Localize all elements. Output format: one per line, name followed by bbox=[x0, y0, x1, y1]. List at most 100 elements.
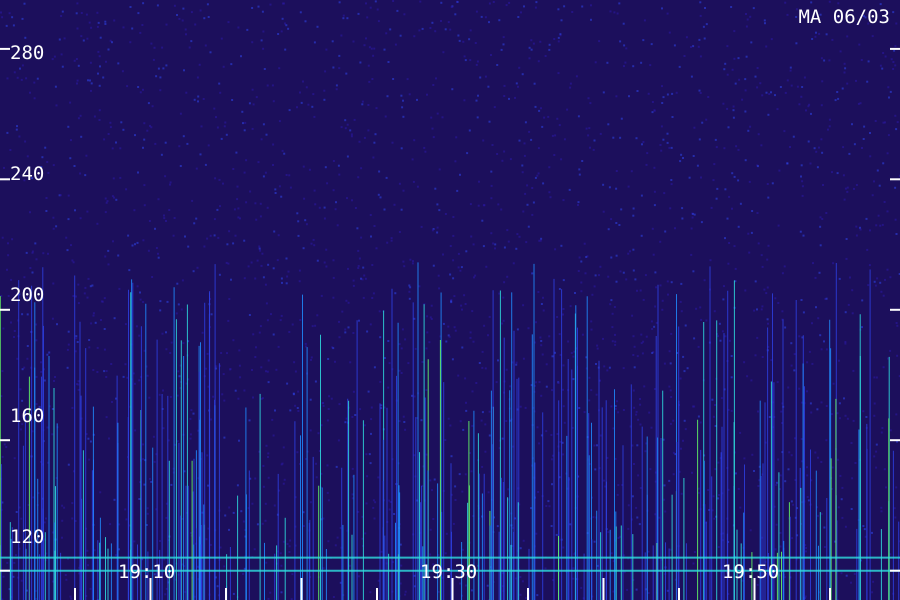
noise-speck bbox=[518, 66, 521, 69]
noise-speck bbox=[402, 415, 405, 418]
noise-speck bbox=[379, 336, 382, 339]
noise-speck bbox=[692, 155, 695, 157]
noise-speck bbox=[486, 584, 489, 587]
noise-speck bbox=[889, 429, 892, 432]
noise-speck bbox=[70, 597, 73, 600]
noise-speck bbox=[195, 167, 198, 170]
noise-speck bbox=[792, 135, 795, 138]
noise-speck bbox=[553, 154, 556, 156]
noise-speck bbox=[324, 70, 327, 73]
noise-speck bbox=[542, 309, 545, 312]
noise-speck bbox=[714, 468, 717, 471]
noise-speck bbox=[350, 135, 353, 138]
noise-speck bbox=[459, 173, 461, 176]
noise-speck bbox=[313, 115, 316, 118]
noise-speck bbox=[558, 288, 561, 290]
noise-speck bbox=[203, 245, 206, 248]
noise-speck bbox=[553, 38, 556, 40]
noise-speck bbox=[764, 22, 766, 25]
noise-speck bbox=[680, 447, 682, 450]
noise-speck bbox=[414, 347, 417, 350]
noise-speck bbox=[837, 506, 840, 509]
noise-speck bbox=[594, 274, 597, 277]
noise-speck bbox=[177, 303, 180, 306]
noise-speck bbox=[745, 25, 748, 28]
noise-speck bbox=[664, 510, 667, 513]
noise-speck bbox=[89, 61, 92, 64]
noise-speck bbox=[138, 379, 141, 382]
noise-speck bbox=[170, 483, 173, 486]
noise-speck bbox=[367, 104, 370, 106]
noise-speck bbox=[266, 319, 269, 322]
noise-speck bbox=[596, 444, 598, 447]
noise-speck bbox=[705, 118, 708, 121]
noise-speck bbox=[619, 136, 622, 139]
noise-speck bbox=[198, 63, 201, 66]
noise-speck bbox=[389, 28, 392, 31]
noise-speck bbox=[75, 335, 78, 338]
noise-speck bbox=[869, 155, 872, 158]
noise-speck bbox=[617, 537, 620, 539]
noise-speck bbox=[761, 94, 764, 97]
noise-speck bbox=[96, 11, 99, 14]
noise-speck bbox=[380, 550, 383, 553]
noise-speck bbox=[844, 311, 847, 314]
noise-speck bbox=[107, 133, 110, 135]
noise-speck bbox=[779, 531, 782, 534]
noise-speck bbox=[478, 180, 480, 183]
noise-speck bbox=[683, 370, 686, 373]
noise-speck bbox=[436, 231, 439, 234]
noise-speck bbox=[206, 237, 209, 240]
noise-speck bbox=[731, 207, 733, 210]
noise-speck bbox=[73, 165, 76, 167]
noise-speck bbox=[639, 398, 641, 400]
noise-speck bbox=[360, 167, 363, 170]
noise-speck bbox=[323, 98, 326, 101]
noise-speck bbox=[682, 355, 685, 358]
noise-speck bbox=[882, 366, 885, 369]
noise-speck bbox=[332, 259, 335, 262]
noise-speck bbox=[777, 302, 780, 304]
noise-speck bbox=[361, 100, 364, 103]
noise-speck bbox=[447, 417, 450, 420]
noise-speck bbox=[886, 268, 889, 271]
noise-speck bbox=[117, 254, 120, 257]
noise-speck bbox=[614, 340, 617, 343]
noise-speck bbox=[645, 163, 648, 166]
noise-speck bbox=[503, 84, 506, 87]
noise-speck bbox=[632, 354, 635, 356]
noise-speck bbox=[567, 340, 570, 343]
noise-speck bbox=[296, 106, 298, 109]
noise-speck bbox=[325, 48, 328, 51]
noise-speck bbox=[876, 277, 879, 280]
noise-speck bbox=[825, 33, 828, 36]
noise-speck bbox=[373, 141, 376, 144]
noise-speck bbox=[684, 324, 687, 327]
noise-speck bbox=[660, 125, 663, 128]
noise-speck bbox=[666, 141, 669, 144]
noise-speck bbox=[47, 171, 50, 174]
x-tick-label-1910: 19:10 bbox=[118, 561, 176, 583]
noise-speck bbox=[733, 175, 736, 178]
noise-speck bbox=[357, 575, 360, 578]
noise-speck bbox=[220, 137, 223, 140]
noise-speck bbox=[109, 523, 112, 526]
noise-speck bbox=[869, 229, 871, 232]
noise-speck bbox=[464, 377, 467, 380]
noise-speck bbox=[354, 207, 357, 209]
noise-speck bbox=[843, 71, 846, 74]
noise-speck bbox=[464, 584, 467, 587]
noise-speck bbox=[69, 595, 72, 598]
noise-speck bbox=[150, 480, 153, 483]
noise-speck bbox=[318, 206, 321, 209]
noise-speck bbox=[440, 1, 443, 4]
noise-speck bbox=[613, 11, 616, 14]
noise-speck bbox=[752, 7, 755, 10]
noise-speck bbox=[363, 274, 366, 277]
noise-speck bbox=[11, 16, 14, 19]
noise-speck bbox=[666, 280, 669, 283]
noise-speck bbox=[1, 236, 4, 239]
noise-speck bbox=[288, 331, 291, 333]
noise-speck bbox=[845, 257, 848, 260]
noise-speck bbox=[536, 594, 539, 597]
